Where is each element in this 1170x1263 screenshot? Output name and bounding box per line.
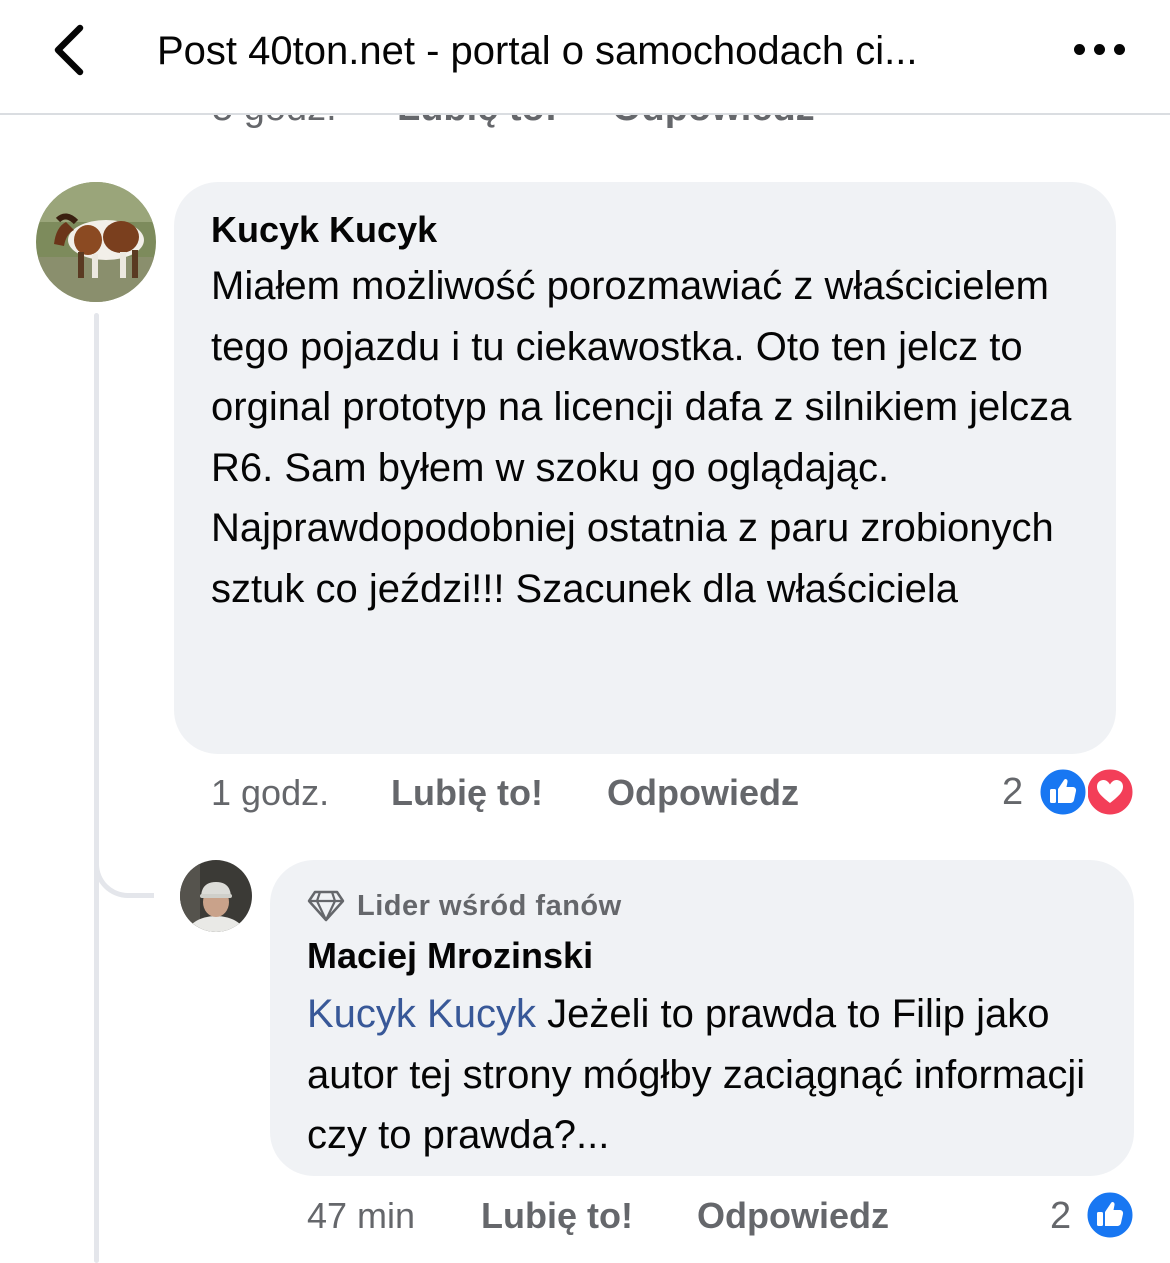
reply-like-button[interactable]: Lubię to! [481, 1194, 633, 1238]
reply-reply-button[interactable]: Odpowiedz [697, 1194, 889, 1238]
reply-author[interactable]: Maciej Mrozinski [307, 934, 593, 978]
thread-branch-line [94, 800, 154, 898]
reply-text: Kucyk Kucyk Jeżeli to prawda to Filip ja… [307, 984, 1107, 1166]
thread-line [94, 313, 99, 1263]
badge-label: Lider wśród fanów [357, 890, 622, 922]
page-title: Post 40ton.net - portal o samochodach ci… [157, 29, 918, 73]
reply-time: 47 min [307, 1195, 416, 1236]
more-options-button[interactable] [1070, 30, 1130, 70]
more-horizontal-icon [1074, 44, 1085, 55]
comment-author[interactable]: Kucyk Kucyk [211, 208, 437, 252]
comment-text: Miałem możliwość porozmawiać z właścicie… [211, 264, 1072, 611]
reply-button[interactable]: Odpowiedz [607, 771, 799, 815]
chevron-left-icon [54, 24, 84, 76]
reply-reaction-count[interactable]: 2 [1050, 1194, 1071, 1238]
man-with-cap-avatar [180, 860, 252, 932]
love-reaction-icon [1085, 767, 1135, 817]
diamond-icon [307, 890, 345, 922]
reaction-count[interactable]: 2 [1002, 770, 1023, 814]
reply-avatar[interactable] [180, 860, 252, 932]
avatar[interactable] [36, 182, 156, 302]
like-reaction-icon [1085, 1190, 1135, 1240]
pony-photo-avatar [36, 182, 156, 302]
like-button[interactable]: Lubię to! [391, 771, 543, 815]
mention-link[interactable]: Kucyk Kucyk [307, 992, 536, 1036]
comment-time: 1 godz. [211, 772, 330, 813]
back-button[interactable] [44, 20, 104, 80]
top-bar: Post 40ton.net - portal o samochodach ci… [0, 0, 1170, 115]
like-reaction-icon [1038, 767, 1088, 817]
